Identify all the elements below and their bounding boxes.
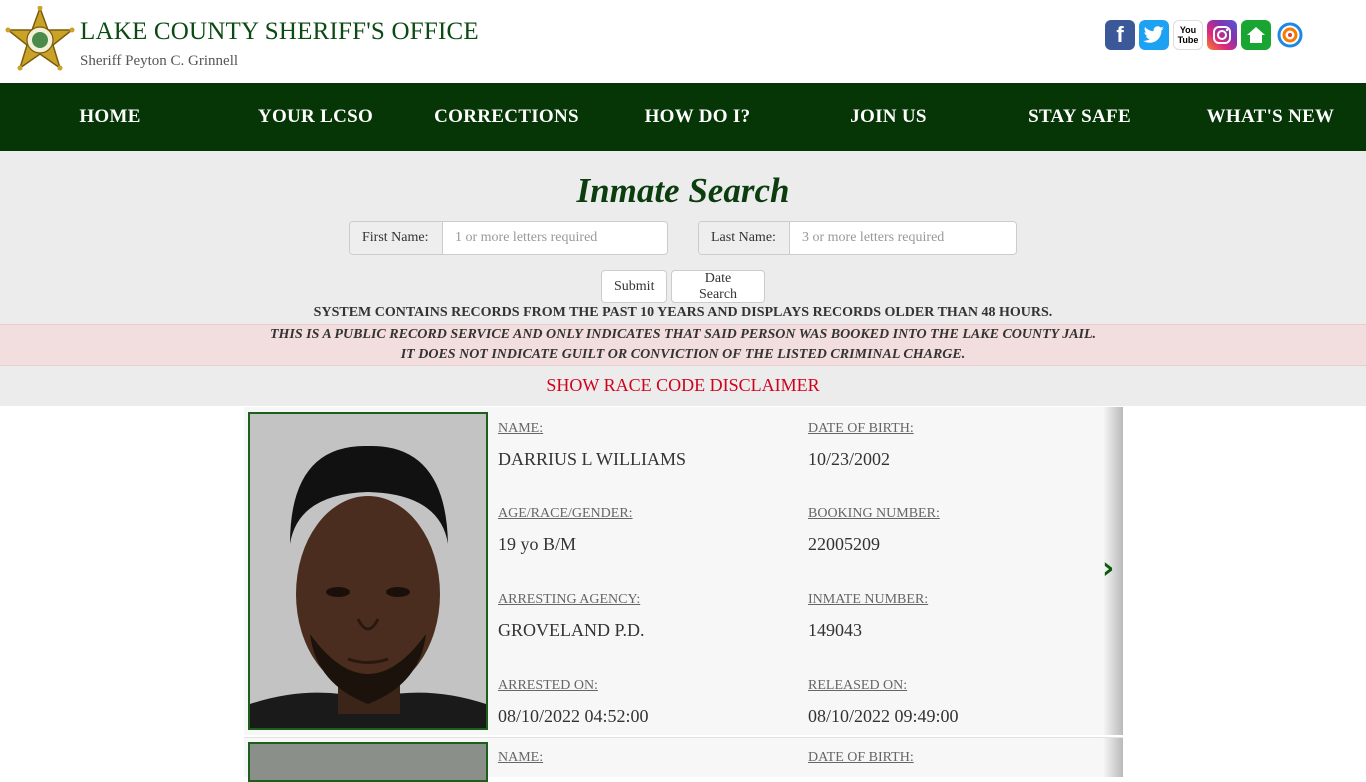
youtube-text: You Tube bbox=[1177, 25, 1199, 45]
arresting-agency-field: ARRESTING AGENCY: GROVELAND P.D. bbox=[498, 592, 645, 641]
date-search-button[interactable]: Date Search bbox=[671, 270, 765, 303]
arrested-on-field: ARRESTED ON: 08/10/2022 04:52:00 bbox=[498, 678, 649, 727]
instagram-icon[interactable] bbox=[1207, 20, 1237, 50]
last-name-input[interactable] bbox=[790, 222, 1016, 254]
inmate-number-value: 149043 bbox=[808, 620, 862, 640]
age-race-gender-field: AGE/RACE/GENDER: 19 yo B/M bbox=[498, 506, 633, 555]
age-race-gender-value: 19 yo B/M bbox=[498, 534, 577, 554]
nav-item-home[interactable]: HOME bbox=[0, 83, 220, 151]
booking-number-label: BOOKING NUMBER: bbox=[808, 506, 940, 521]
dob-field: DATE OF BIRTH: bbox=[808, 750, 914, 766]
public-record-disclaimer: THIS IS A PUBLIC RECORD SERVICE AND ONLY… bbox=[0, 324, 1366, 366]
name-field: NAME: bbox=[498, 750, 543, 766]
submit-button[interactable]: Submit bbox=[601, 270, 667, 303]
dob-field: DATE OF BIRTH: 10/23/2002 bbox=[808, 421, 914, 470]
race-code-disclaimer-link[interactable]: SHOW RACE CODE DISCLAIMER bbox=[0, 375, 1366, 396]
released-on-value: 08/10/2022 09:49:00 bbox=[808, 706, 959, 726]
nav-item-join-us[interactable]: JOIN US bbox=[793, 83, 984, 151]
record-edge-shade bbox=[1103, 738, 1123, 777]
nav-item-your-lcso[interactable]: YOUR LCSO bbox=[220, 83, 411, 151]
nextdoor-icon[interactable] bbox=[1241, 20, 1271, 50]
site-header: LAKE COUNTY SHERIFF'S OFFICE Sheriff Pey… bbox=[0, 0, 1366, 83]
search-title: Inmate Search bbox=[576, 171, 790, 210]
name-value: DARRIUS L WILLIAMS bbox=[498, 449, 686, 469]
nav-item-corrections[interactable]: CORRECTIONS bbox=[411, 83, 602, 151]
inmate-mugshot[interactable] bbox=[248, 412, 488, 730]
arrested-on-label: ARRESTED ON: bbox=[498, 678, 598, 693]
first-name-group: First Name: bbox=[349, 221, 668, 255]
age-race-gender-label: AGE/RACE/GENDER: bbox=[498, 506, 633, 521]
sheriff-star-badge-logo[interactable] bbox=[4, 6, 76, 78]
dob-label: DATE OF BIRTH: bbox=[808, 421, 914, 436]
inmate-mugshot[interactable] bbox=[248, 742, 488, 782]
dob-value: 10/23/2002 bbox=[808, 449, 891, 469]
name-label: NAME: bbox=[498, 750, 544, 765]
arrested-on-value: 08/10/2022 04:52:00 bbox=[498, 706, 649, 726]
released-on-field: RELEASED ON: 08/10/2022 09:49:00 bbox=[808, 678, 959, 727]
inmate-number-label: INMATE NUMBER: bbox=[808, 592, 929, 607]
booking-number-value: 22005209 bbox=[808, 534, 880, 554]
facebook-icon[interactable]: f bbox=[1105, 20, 1135, 50]
name-label: NAME: bbox=[498, 421, 544, 436]
main-nav: HOME YOUR LCSO CORRECTIONS HOW DO I? JOI… bbox=[0, 83, 1366, 151]
dob-label: DATE OF BIRTH: bbox=[808, 750, 914, 765]
crimereports-icon[interactable] bbox=[1275, 20, 1305, 50]
arresting-agency-value: GROVELAND P.D. bbox=[498, 620, 645, 640]
released-on-label: RELEASED ON: bbox=[808, 678, 908, 693]
inmate-search-panel: Inmate Search First Name: Last Name: Sub… bbox=[0, 151, 1366, 406]
booking-number-field: BOOKING NUMBER: 22005209 bbox=[808, 506, 940, 555]
disclaimer-line-1: THIS IS A PUBLIC RECORD SERVICE AND ONLY… bbox=[269, 327, 1097, 342]
twitter-icon[interactable] bbox=[1139, 20, 1169, 50]
disclaimer-line-2: IT DOES NOT INDICATE GUILT OR CONVICTION… bbox=[400, 347, 966, 362]
inmate-record: NAME: DATE OF BIRTH: bbox=[244, 737, 1123, 782]
youtube-icon[interactable]: You Tube bbox=[1173, 20, 1203, 50]
chevron-right-icon[interactable]: › bbox=[1102, 554, 1120, 584]
last-name-group: Last Name: bbox=[698, 221, 1017, 255]
arresting-agency-label: ARRESTING AGENCY: bbox=[498, 592, 641, 607]
social-links: f You Tube bbox=[1105, 20, 1305, 50]
sheriff-name: Sheriff Peyton C. Grinnell bbox=[80, 53, 239, 69]
first-name-input[interactable] bbox=[443, 222, 667, 254]
inmate-number-field: INMATE NUMBER: 149043 bbox=[808, 592, 928, 641]
nav-item-whats-new[interactable]: WHAT'S NEW bbox=[1175, 83, 1366, 151]
first-name-label: First Name: bbox=[350, 222, 443, 254]
nav-item-stay-safe[interactable]: STAY SAFE bbox=[984, 83, 1175, 151]
nav-item-how-do-i[interactable]: HOW DO I? bbox=[602, 83, 793, 151]
inmate-record: NAME: DARRIUS L WILLIAMS DATE OF BIRTH: … bbox=[244, 407, 1123, 735]
system-records-note: SYSTEM CONTAINS RECORDS FROM THE PAST 10… bbox=[313, 305, 1053, 320]
last-name-label: Last Name: bbox=[699, 222, 790, 254]
name-field: NAME: DARRIUS L WILLIAMS bbox=[498, 421, 686, 470]
office-title[interactable]: LAKE COUNTY SHERIFF'S OFFICE bbox=[80, 18, 479, 46]
